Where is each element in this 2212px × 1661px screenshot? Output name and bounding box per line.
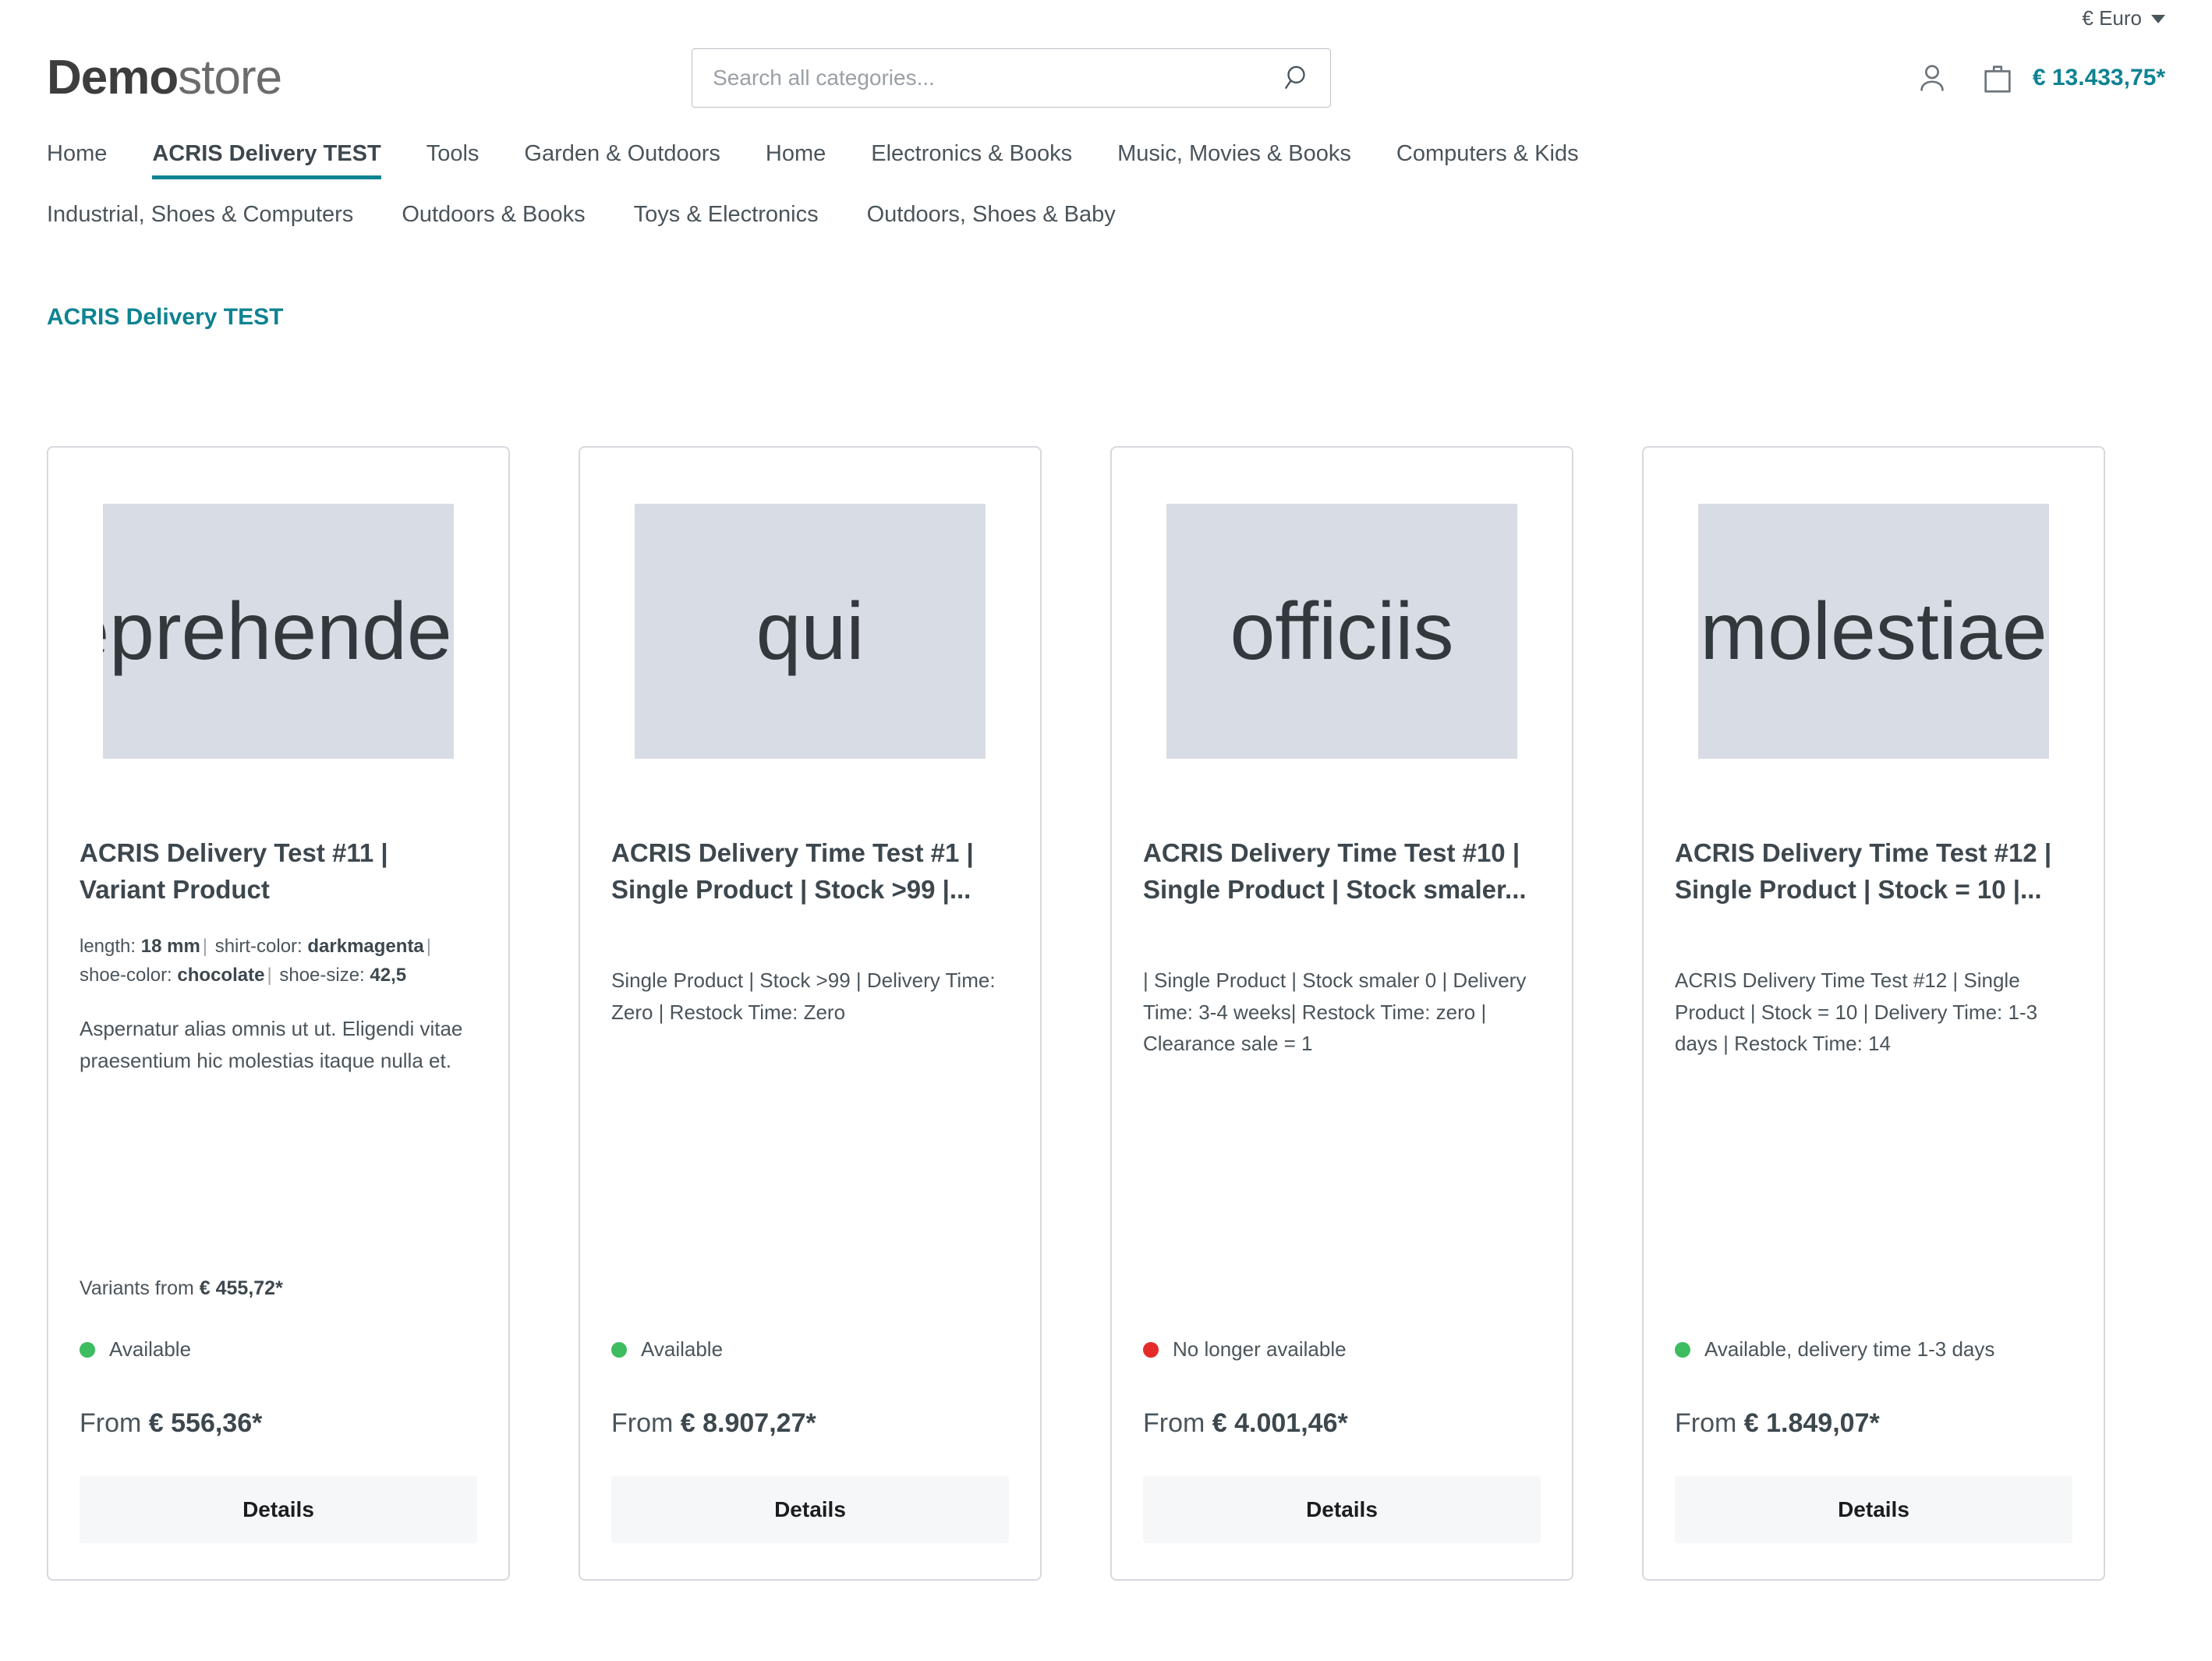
site-logo[interactable]: Demostore <box>47 51 282 104</box>
product-availability: Available, delivery time 1-3 days <box>1675 1337 2072 1362</box>
nav-item-garden-outdoors[interactable]: Garden & Outdoors <box>524 129 720 178</box>
product-price: From € 4.001,46* <box>1143 1408 1541 1439</box>
product-availability: Available <box>80 1337 477 1362</box>
product-card[interactable]: reprehenderit ACRIS Delivery Test #11 | … <box>47 446 510 1581</box>
product-card-body: ACRIS Delivery Time Test #10 | Single Pr… <box>1143 835 1541 1544</box>
page-title[interactable]: ACRIS Delivery TEST <box>0 304 330 331</box>
search-input[interactable] <box>692 48 1332 108</box>
status-dot-available <box>80 1341 95 1358</box>
variant-value-length: 18 mm <box>140 936 200 958</box>
product-card[interactable]: molestiae ACRIS Delivery Time Test #12 |… <box>1642 446 2105 1581</box>
logo-text-bold: Demo <box>47 51 179 104</box>
availability-label: Available, delivery time 1-3 days <box>1704 1337 1995 1362</box>
nav-item-computers-kids[interactable]: Computers & Kids <box>1396 129 1579 178</box>
product-description: ACRIS Delivery Time Test #12 | Single Pr… <box>1675 969 2038 1056</box>
status-dot-available <box>1675 1341 1690 1358</box>
product-description: Single Product | Stock >99 | Delivery Ti… <box>611 969 996 1024</box>
main-navigation: Home ACRIS Delivery TEST Tools Garden & … <box>0 129 2212 239</box>
user-icon <box>1920 65 1944 91</box>
availability-label: No longer available <box>1173 1337 1347 1362</box>
variant-label-shoe-color: shoe-color: <box>80 965 172 986</box>
chevron-down-icon <box>2151 15 2165 23</box>
details-button[interactable]: Details <box>1675 1476 2072 1544</box>
variant-label-shoe-size: shoe-size: <box>279 965 365 986</box>
variants-from-price: € 455,72* <box>199 1277 283 1300</box>
account-button[interactable] <box>1914 60 1950 96</box>
product-card-body: ACRIS Delivery Time Test #1 | Single Pro… <box>611 835 1009 1544</box>
currency-label: € Euro <box>2082 5 2142 30</box>
product-image-placeholder[interactable]: officiis <box>1166 504 1517 760</box>
product-price: From € 556,36* <box>80 1408 477 1439</box>
product-image-text: qui <box>756 586 865 677</box>
product-card[interactable]: officiis ACRIS Delivery Time Test #10 | … <box>1110 446 1573 1581</box>
product-grid: reprehenderit ACRIS Delivery Test #11 | … <box>0 446 2212 1581</box>
price-prefix: From <box>1675 1408 1737 1439</box>
price-value: € 4.001,46* <box>1212 1408 1348 1439</box>
variants-from-label: Variants from <box>80 1277 194 1300</box>
nav-item-music-movies-books[interactable]: Music, Movies & Books <box>1117 129 1351 178</box>
nav-row-secondary: Industrial, Shoes & Computers Outdoors &… <box>47 190 2165 239</box>
product-description: | Single Product | Stock smaler 0 | Deli… <box>1143 969 1527 1056</box>
price-prefix: From <box>1143 1408 1205 1439</box>
currency-selector[interactable]: € Euro <box>2082 6 2165 30</box>
product-image-text: reprehenderit <box>103 586 454 677</box>
search-container <box>692 48 1332 108</box>
product-availability: No longer available <box>1143 1337 1541 1362</box>
product-image-text: officiis <box>1230 586 1454 677</box>
product-image-placeholder[interactable]: qui <box>635 504 986 760</box>
top-utility-bar: € Euro <box>0 0 2212 36</box>
nav-item-tools[interactable]: Tools <box>426 129 480 178</box>
cart-button[interactable]: € 13.433,75* <box>1980 60 2165 96</box>
site-header: Demostore € 13.433,75* <box>0 36 2212 120</box>
product-image-text: molestiae <box>1700 586 2047 677</box>
variant-value-shoe-size: 42,5 <box>370 965 407 986</box>
product-price: From € 1.849,07* <box>1675 1408 2072 1439</box>
search-icon <box>1285 66 1305 89</box>
price-value: € 8.907,27* <box>680 1408 816 1439</box>
cart-total-amount: € 13.433,75* <box>2032 65 2165 90</box>
product-title[interactable]: ACRIS Delivery Time Test #10 | Single Pr… <box>1143 835 1541 908</box>
variant-value-shoe-color: chocolate <box>177 965 265 986</box>
price-value: € 1.849,07* <box>1743 1408 1880 1439</box>
product-availability: Available <box>611 1337 1009 1362</box>
product-variants-from: Variants from € 455,72* <box>80 1246 477 1300</box>
variant-label-shirt-color: shirt-color: <box>214 936 303 958</box>
logo-text-light: store <box>178 51 282 104</box>
nav-item-industrial-shoes-computers[interactable]: Industrial, Shoes & Computers <box>47 190 353 239</box>
product-variant-properties: length: 18 mm | shirt-color: darkmagenta |… <box>80 936 432 986</box>
product-title[interactable]: ACRIS Delivery Time Test #1 | Single Pro… <box>611 835 1009 908</box>
nav-item-home-2[interactable]: Home <box>766 129 826 178</box>
product-title[interactable]: ACRIS Delivery Time Test #12 | Single Pr… <box>1675 835 2072 908</box>
details-button[interactable]: Details <box>1143 1476 1541 1544</box>
variant-value-shirt-color: darkmagenta <box>307 936 424 958</box>
nav-item-home-1[interactable]: Home <box>47 129 107 178</box>
product-price: From € 8.907,27* <box>611 1408 1009 1439</box>
product-description: Aspernatur alias omnis ut ut. Eligendi v… <box>80 1017 463 1073</box>
product-image-placeholder[interactable]: molestiae <box>1698 504 2049 760</box>
variant-label-length: length: <box>80 936 136 958</box>
nav-item-acris-delivery-test[interactable]: ACRIS Delivery TEST <box>152 129 382 180</box>
price-value: € 556,36* <box>148 1408 263 1439</box>
nav-item-outdoors-books[interactable]: Outdoors & Books <box>402 190 585 239</box>
status-dot-unavailable <box>1143 1341 1159 1358</box>
product-card-body: ACRIS Delivery Time Test #12 | Single Pr… <box>1675 835 2072 1544</box>
product-card-body: ACRIS Delivery Test #11 | Variant Produc… <box>80 835 477 1544</box>
price-prefix: From <box>611 1408 674 1439</box>
nav-item-toys-electronics[interactable]: Toys & Electronics <box>634 190 819 239</box>
search-submit-button[interactable] <box>1279 59 1317 97</box>
product-card[interactable]: qui ACRIS Delivery Time Test #1 | Single… <box>579 446 1042 1581</box>
nav-row-primary: Home ACRIS Delivery TEST Tools Garden & … <box>47 129 2165 180</box>
availability-label: Available <box>641 1337 724 1362</box>
nav-item-outdoors-shoes-baby[interactable]: Outdoors, Shoes & Baby <box>867 190 1116 239</box>
shopping-bag-icon <box>1984 66 2011 93</box>
product-title[interactable]: ACRIS Delivery Test #11 | Variant Produc… <box>80 835 477 908</box>
status-dot-available <box>611 1341 627 1358</box>
details-button[interactable]: Details <box>80 1476 477 1544</box>
nav-item-electronics-books[interactable]: Electronics & Books <box>871 129 1072 178</box>
details-button[interactable]: Details <box>611 1476 1009 1544</box>
header-actions: € 13.433,75* <box>1914 60 2165 96</box>
price-prefix: From <box>80 1408 142 1439</box>
availability-label: Available <box>109 1337 192 1362</box>
product-image-placeholder[interactable]: reprehenderit <box>103 504 454 760</box>
